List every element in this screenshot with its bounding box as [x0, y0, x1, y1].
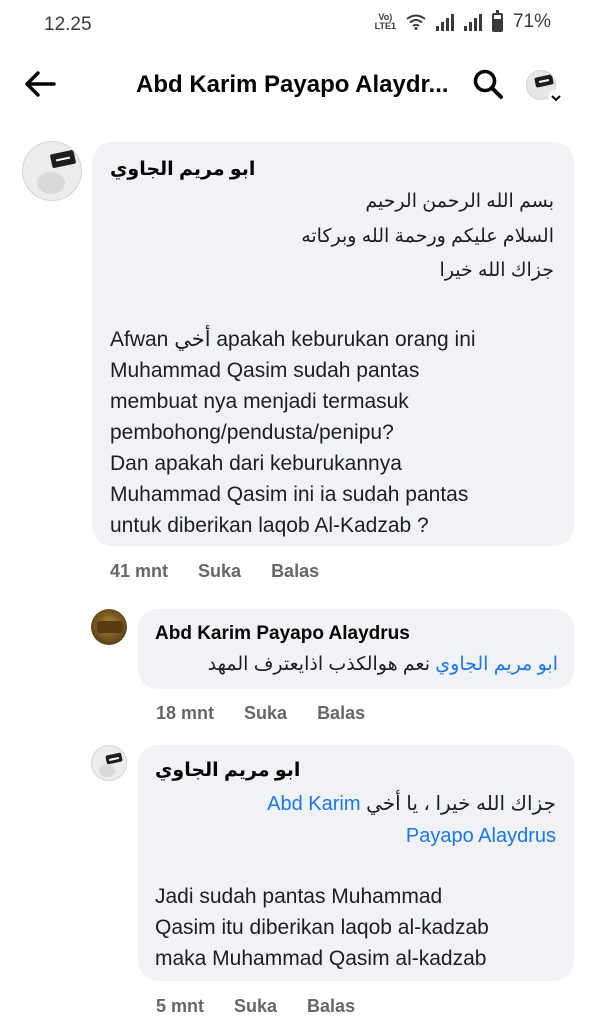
battery-percent: 71% [512, 11, 551, 32]
page-title: Abd Karim Payapo Alaydr... [136, 71, 449, 98]
comment-text-line: Dan apakah dari keburukannya [110, 452, 402, 475]
reply-author[interactable]: ابو مريم الجاوي [155, 759, 300, 782]
comment-text-line: untuk diberikan laqob Al-Kadzab ? [110, 514, 429, 537]
reply-button[interactable]: Balas [271, 561, 319, 582]
commenter-avatar[interactable] [22, 141, 82, 201]
comment-arabic-line: بسم الله الرحمن الرحيم [365, 191, 554, 212]
app-header: Abd Karim Payapo Alaydr... [0, 52, 593, 116]
reply-mention[interactable]: ابو مريم الجاوي [435, 654, 558, 675]
comment-text-line: Muhammad Qasim sudah pantas [110, 359, 420, 382]
comment-author[interactable]: ابو مريم الجاوي [110, 158, 255, 181]
reply-time[interactable]: 18 mnt [156, 703, 214, 724]
reply-mention[interactable]: Abd Karim [267, 793, 360, 815]
reply-author[interactable]: Abd Karim Payapo Alaydrus [155, 623, 410, 645]
like-button[interactable]: Suka [244, 703, 287, 724]
reply-button[interactable]: Balas [317, 703, 365, 724]
status-icons: Vo) LTE1 71% [374, 9, 551, 33]
reply-text-body: نعم هوالكذب اذايعترف المهد [207, 654, 431, 675]
reply-text-line: Jadi sudah pantas Muhammad [155, 885, 443, 908]
reply-button[interactable]: Balas [307, 996, 355, 1017]
back-arrow-icon [25, 71, 56, 97]
signal-icon [435, 13, 454, 31]
reply-arabic-line: جزاك الله خيرا ، يا أخي Abd Karim [267, 791, 556, 816]
reply-avatar[interactable] [91, 745, 127, 781]
comment-bubble[interactable]: ابو مريم الجاوي بسم الله الرحمن الرحيم ا… [92, 142, 574, 546]
volte-indicator: Vo) LTE1 [374, 12, 396, 31]
signal-icon-2 [463, 13, 482, 31]
search-button[interactable] [470, 66, 506, 102]
comment-text-line: Afwan أخي apakah keburukan orang ini [110, 328, 476, 351]
battery-fill [493, 18, 501, 30]
status-bar: 12.25 Vo) LTE1 71% [0, 0, 593, 50]
comment-text-line: membuat nya menjadi termasuk [110, 390, 409, 413]
reply-mention-continued[interactable]: Payapo Alaydrus [406, 825, 556, 848]
reply-text: Jadi sudah pantas Muhammad Qasim itu dib… [155, 881, 567, 974]
reply-time[interactable]: 5 mnt [156, 996, 204, 1017]
comment-text-line: pembohong/pendusta/penipu? [110, 421, 394, 444]
reply-bubble[interactable]: Abd Karim Payapo Alaydrus ابو مريم الجاو… [138, 609, 574, 689]
back-button[interactable] [20, 64, 66, 104]
profile-button[interactable] [522, 66, 566, 106]
reply-text: ابو مريم الجاوي نعم هوالكذب اذايعترف الم… [208, 653, 558, 676]
battery-icon [491, 9, 503, 32]
reply-meta: 18 mnt Suka Balas [156, 703, 365, 724]
reply-bubble[interactable]: ابو مريم الجاوي جزاك الله خيرا ، يا أخي … [138, 745, 574, 981]
reply-text-line: Qasim itu diberikan laqob al-kadzab [155, 916, 489, 939]
wifi-icon [406, 14, 426, 30]
search-icon [473, 69, 503, 99]
reply-avatar[interactable] [91, 609, 127, 645]
reply-meta: 5 mnt Suka Balas [156, 996, 355, 1017]
comment-arabic-line: السلام عليكم ورحمة الله وبركاته [301, 226, 554, 247]
chevron-down-icon [548, 90, 564, 106]
reply-text-line: maka Muhammad Qasim al-kadzab [155, 947, 487, 970]
comment-arabic-line: جزاك الله خيرا [439, 260, 554, 281]
comment-time[interactable]: 41 mnt [110, 561, 168, 582]
like-button[interactable]: Suka [198, 561, 241, 582]
status-time: 12.25 [44, 14, 92, 35]
comment-meta: 41 mnt Suka Balas [110, 561, 319, 582]
comment-text: Afwan أخي apakah keburukan orang ini Muh… [110, 324, 566, 541]
like-button[interactable]: Suka [234, 996, 277, 1017]
comment-text-line: Muhammad Qasim ini ia sudah pantas [110, 483, 469, 506]
reply-arabic-text: جزاك الله خيرا ، يا أخي [366, 793, 556, 815]
